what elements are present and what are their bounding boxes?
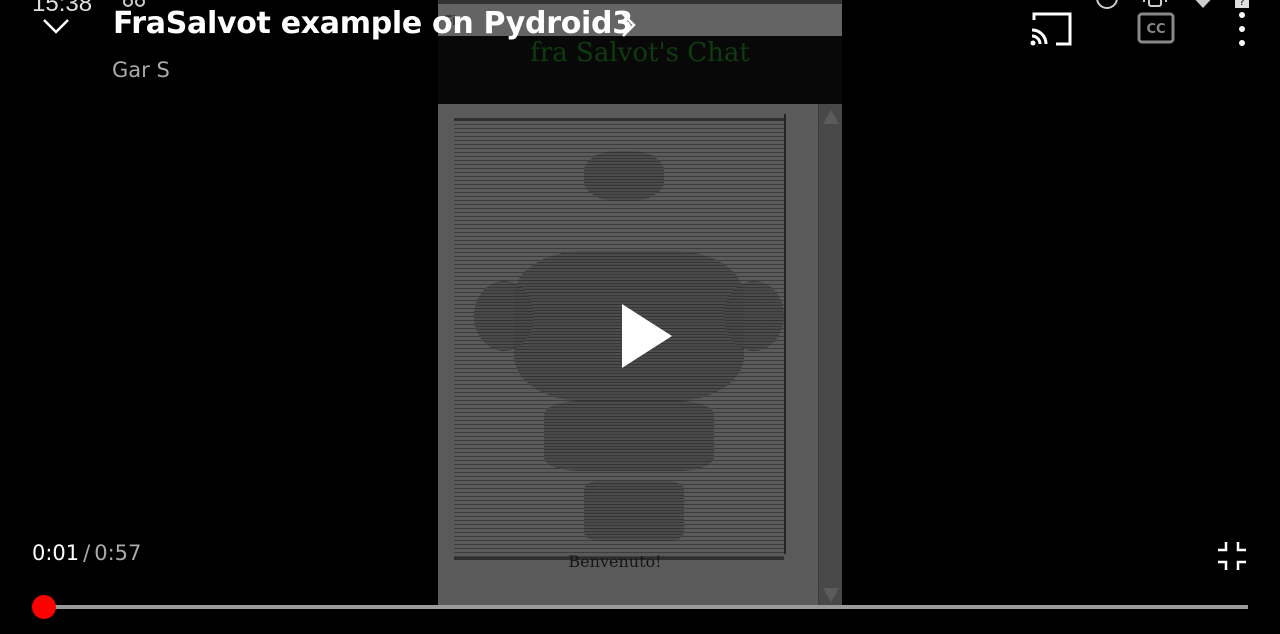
wifi-icon (1195, 0, 1211, 8)
collapse-button[interactable] (40, 12, 72, 40)
svg-text:CC: CC (1146, 22, 1165, 37)
captions-button[interactable]: CC (1137, 12, 1175, 44)
cast-button[interactable] (1030, 10, 1074, 48)
svg-text:?: ? (1239, 0, 1244, 8)
video-title[interactable]: FraSalvot example on Pydroid3 (113, 6, 633, 41)
play-button[interactable] (610, 298, 680, 374)
exit-fullscreen-button[interactable] (1216, 540, 1248, 572)
cast-icon (1030, 12, 1072, 46)
chevron-down-icon (43, 19, 69, 34)
closed-captions-icon: CC (1137, 12, 1175, 44)
more-vertical-icon (1239, 12, 1245, 46)
progress-bar[interactable] (32, 595, 1248, 619)
time-display: 0:01/0:57 (32, 541, 141, 565)
progress-scrubber[interactable] (32, 595, 56, 619)
play-icon (622, 304, 672, 368)
total-duration: 0:57 (94, 541, 142, 565)
current-time: 0:01 (32, 541, 80, 565)
video-details-button[interactable] (616, 10, 640, 40)
chevron-right-icon (622, 13, 636, 37)
time-separator: / (83, 541, 91, 565)
alarm-icon (1096, 0, 1118, 9)
channel-name[interactable]: Gar S (112, 58, 170, 82)
more-options-button[interactable] (1226, 10, 1258, 48)
fullscreen-exit-icon (1218, 542, 1246, 570)
